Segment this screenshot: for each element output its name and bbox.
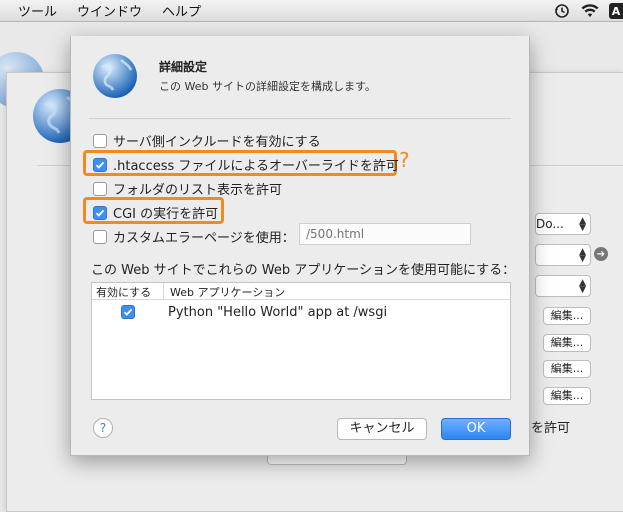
checkbox[interactable] <box>93 133 107 148</box>
error-page-path-input[interactable] <box>299 223 471 245</box>
select-arrows-icon: ▲ ▼ <box>579 278 586 295</box>
edit-button-3[interactable]: 編集... <box>543 360 591 378</box>
checkmark-icon <box>123 308 133 316</box>
advanced-settings-dialog: 詳細設定 この Web サイトの詳細設定を構成します。 サーバ側インクルードを有… <box>70 36 530 456</box>
column-header-app[interactable]: Web アプリケーション <box>164 283 291 299</box>
allow-label: を許可 <box>531 421 571 436</box>
help-button[interactable]: ? <box>93 418 113 438</box>
edit-button-1[interactable]: 編集... <box>543 307 591 325</box>
option-htaccess-override[interactable]: .htaccess ファイルによるオーバーライドを許可 <box>93 155 399 174</box>
checkbox[interactable] <box>93 181 107 196</box>
ok-button[interactable]: OK <box>441 418 511 440</box>
option-cgi-execution[interactable]: CGI の実行を許可 <box>93 203 218 222</box>
column-header-enabled[interactable]: 有効にする <box>92 283 164 299</box>
checkmark-icon <box>95 161 105 169</box>
menu-bar: ツール ウインドウ ヘルプ A <box>0 0 623 22</box>
divider <box>89 118 511 119</box>
edit-button-2[interactable]: 編集... <box>543 334 591 352</box>
select-arrows-icon: ▲ ▼ <box>579 216 586 233</box>
menu-window[interactable]: ウインドウ <box>67 1 152 20</box>
background-select-2[interactable]: ▲ ▼ <box>535 244 591 266</box>
table-row[interactable]: Python "Hello World" app at /wsgi <box>92 300 510 324</box>
checkmark-icon <box>95 209 105 217</box>
option-server-side-includes[interactable]: サーバ側インクルードを有効にする <box>93 131 321 150</box>
wifi-icon[interactable] <box>581 2 599 20</box>
checkbox-checked[interactable] <box>93 157 107 172</box>
status-area: A <box>553 0 623 22</box>
time-machine-icon[interactable] <box>553 2 571 20</box>
dialog-title: 詳細設定 <box>159 60 208 74</box>
checkbox[interactable] <box>93 229 107 244</box>
option-custom-error-page[interactable]: カスタムエラーページを使用： <box>93 227 295 246</box>
web-apps-label: この Web サイトでこれらの Web アプリケーションを使用可能にする： <box>91 263 516 278</box>
question-mark-annotation: ? <box>399 148 410 172</box>
select-arrows-icon: ▲ ▼ <box>579 247 586 264</box>
web-apps-table: 有効にする Web アプリケーション Python "Hello World" … <box>91 282 511 400</box>
option-folder-listing[interactable]: フォルダのリスト表示を許可 <box>93 179 282 198</box>
checkbox-checked[interactable] <box>93 205 107 220</box>
user-menu[interactable]: A <box>609 3 623 19</box>
dialog-subtitle: この Web サイトの詳細設定を構成します。 <box>159 80 376 93</box>
background-select-1[interactable]: Do... ▲ ▼ <box>535 213 591 235</box>
edit-button-4[interactable]: 編集... <box>543 387 591 405</box>
go-arrow-icon[interactable]: ➔ <box>594 247 608 261</box>
checkbox-checked[interactable] <box>121 305 135 319</box>
globe-icon <box>91 52 139 103</box>
cancel-button[interactable]: キャンセル <box>337 418 427 440</box>
background-select-3[interactable]: ▲ ▼ <box>535 275 591 297</box>
app-name: Python "Hello World" app at /wsgi <box>168 304 388 320</box>
menu-tools[interactable]: ツール <box>0 1 67 20</box>
menu-help[interactable]: ヘルプ <box>152 1 211 20</box>
table-header: 有効にする Web アプリケーション <box>92 283 510 300</box>
